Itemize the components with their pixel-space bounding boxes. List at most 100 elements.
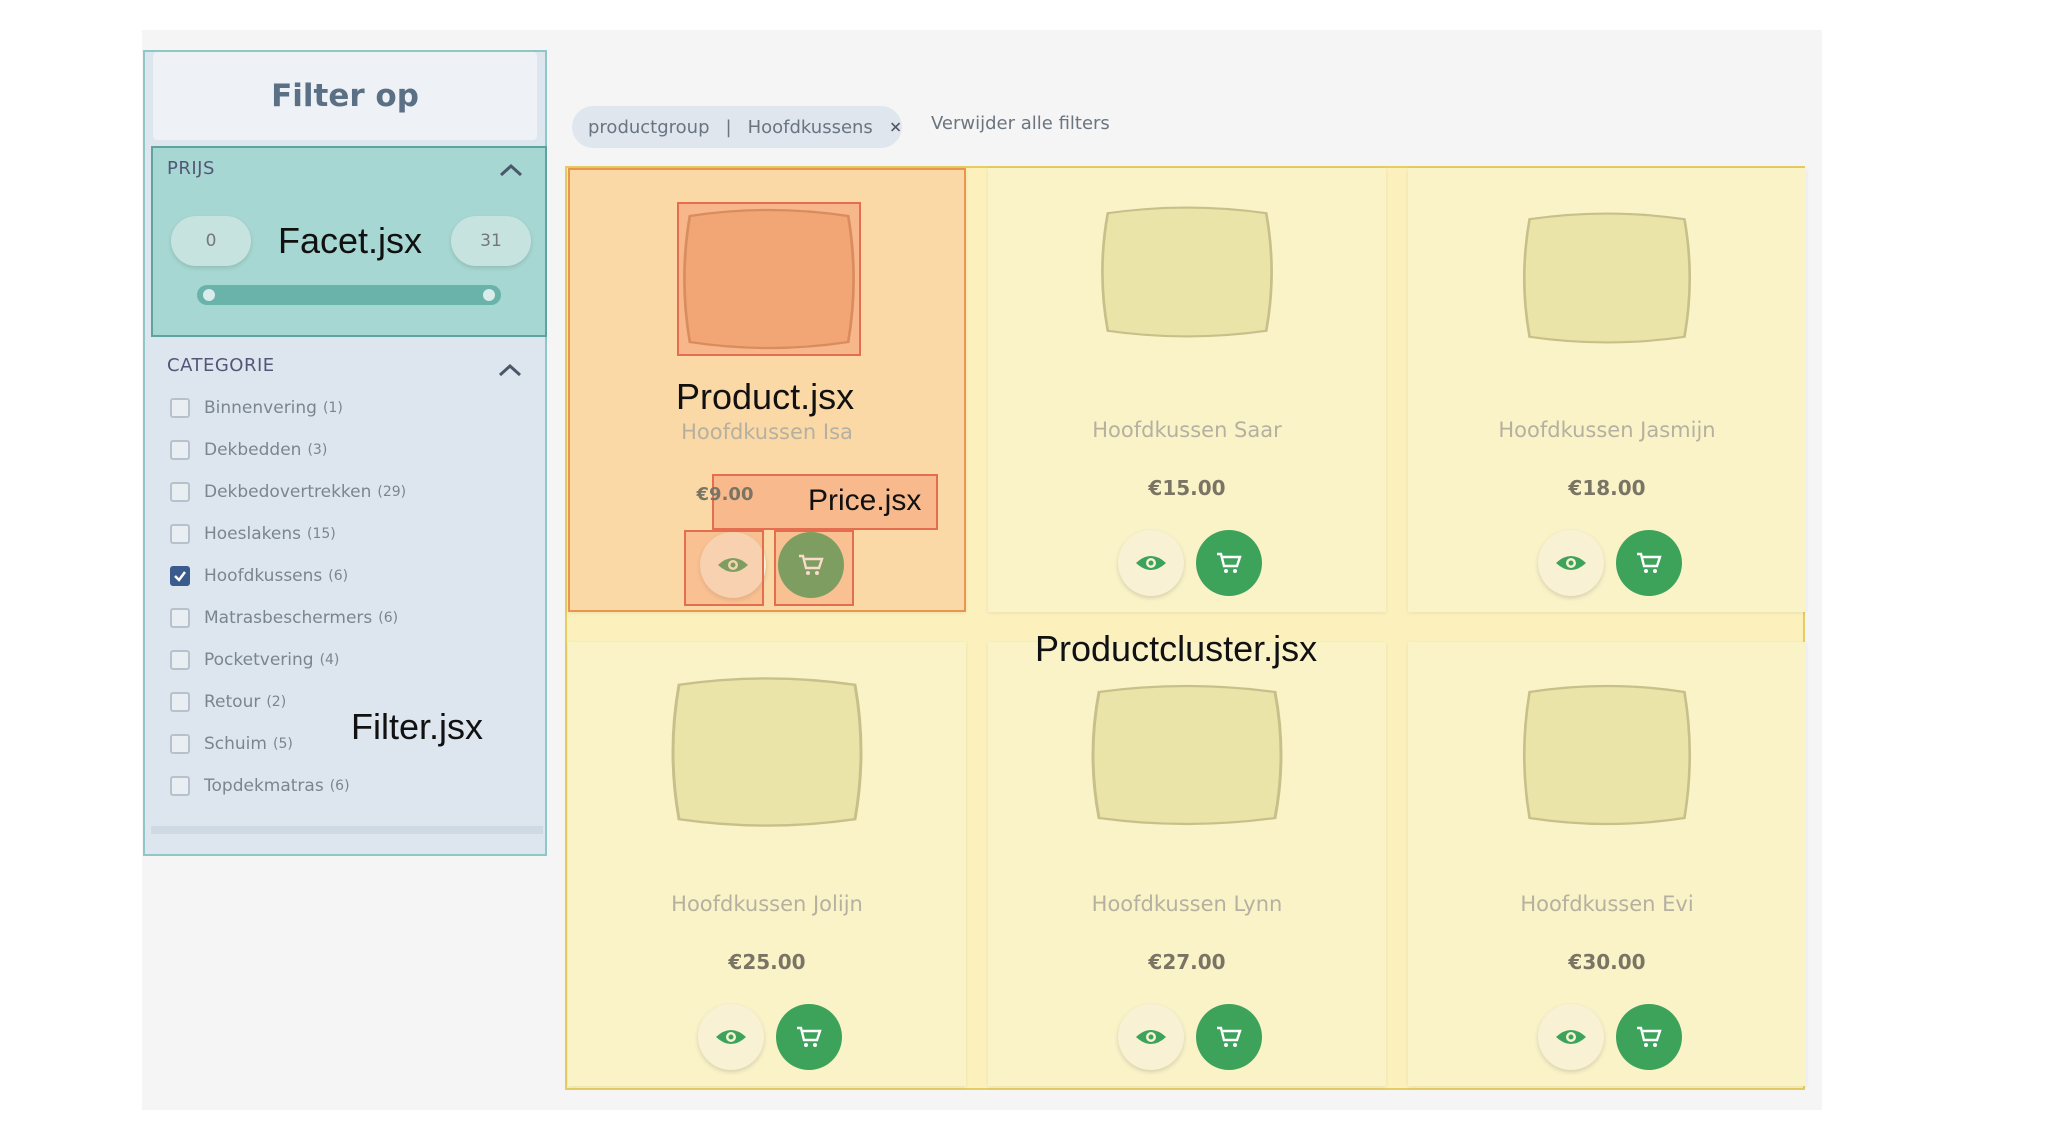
pillow-image: [1522, 684, 1692, 826]
checkbox[interactable]: [170, 440, 190, 460]
price-facet: PRIJS 0 Facet.jsx 31: [151, 146, 547, 337]
product-card[interactable]: Hoofdkussen Saar €15.00: [988, 168, 1386, 612]
category-item-label: Matrasbeschermers: [204, 608, 373, 628]
product-name[interactable]: Hoofdkussen Saar: [988, 418, 1386, 442]
add-to-cart-button[interactable]: [1196, 1004, 1262, 1070]
cart-icon: [1217, 1026, 1242, 1047]
close-icon[interactable]: [889, 117, 902, 137]
slider-min-handle[interactable]: [203, 289, 215, 301]
view-product-button[interactable]: [1118, 530, 1184, 596]
pillow-image: [1101, 206, 1273, 338]
product-image[interactable]: [1519, 208, 1695, 348]
checkbox[interactable]: [170, 692, 190, 712]
chevron-up-icon[interactable]: [497, 362, 523, 378]
pillow-image: [1091, 684, 1283, 826]
product-price: €15.00: [1148, 476, 1226, 500]
pillow-image: [671, 677, 863, 827]
product-name[interactable]: Hoofdkussen Isa: [570, 420, 964, 444]
product-image[interactable]: [1087, 680, 1287, 830]
category-item-label: Dekbedden: [204, 440, 302, 460]
active-filter-chip[interactable]: productgroup | Hoofdkussens: [572, 106, 902, 148]
clear-all-filters-link[interactable]: Verwijder alle filters: [931, 113, 1110, 134]
price-overlay-label: Price.jsx: [808, 484, 922, 517]
checkbox[interactable]: [170, 482, 190, 502]
category-item-label: Hoofdkussens: [204, 566, 323, 586]
checkbox-checked[interactable]: [170, 566, 190, 586]
pillow-image: [683, 208, 855, 350]
category-item[interactable]: Hoeslakens (15): [170, 519, 336, 549]
checkbox[interactable]: [170, 398, 190, 418]
category-item-label: Hoeslakens: [204, 524, 301, 544]
category-item[interactable]: Binnenvering (1): [170, 393, 343, 423]
add-to-cart-button[interactable]: [1196, 530, 1262, 596]
category-item-label: Dekbedovertrekken: [204, 482, 372, 502]
product-name[interactable]: Hoofdkussen Jasmijn: [1408, 418, 1806, 442]
category-item-count: (6): [378, 610, 399, 626]
product-card[interactable]: Hoofdkussen Isa Product.jsx €9.00 Price.jsx: [568, 168, 966, 612]
category-item-count: (15): [306, 526, 336, 542]
button-component-highlight: [774, 530, 854, 606]
checkbox[interactable]: [170, 734, 190, 754]
product-image[interactable]: [677, 202, 861, 356]
category-item[interactable]: Dekbedovertrekken (29): [170, 477, 406, 507]
product-price: €18.00: [1568, 476, 1646, 500]
add-to-cart-button[interactable]: [1616, 530, 1682, 596]
cart-icon: [797, 1026, 822, 1047]
price-max-input[interactable]: 31: [451, 216, 531, 266]
chip-separator: |: [725, 116, 732, 138]
checkbox[interactable]: [170, 776, 190, 796]
checkbox[interactable]: [170, 650, 190, 670]
category-item-label: Schuim: [204, 734, 267, 754]
product-card[interactable]: Hoofdkussen Jasmijn €18.00: [1408, 168, 1806, 612]
category-item[interactable]: Matrasbeschermers (6): [170, 603, 398, 633]
cart-icon: [1217, 552, 1242, 573]
category-item[interactable]: Dekbedden (3): [170, 435, 327, 465]
chip-value-label: Hoofdkussens: [747, 116, 873, 138]
checkbox[interactable]: [170, 608, 190, 628]
category-item[interactable]: Schuim (5): [170, 729, 293, 759]
category-item-label: Binnenvering: [204, 398, 317, 418]
category-item-label: Topdekmatras: [204, 776, 324, 796]
chevron-up-icon[interactable]: [498, 162, 524, 178]
cart-icon: [1637, 552, 1662, 573]
facet-overlay-label: Facet.jsx: [278, 220, 423, 261]
eye-icon: [1556, 556, 1586, 570]
product-card[interactable]: Hoofdkussen Evi €30.00: [1408, 642, 1806, 1086]
view-product-button[interactable]: [698, 1004, 764, 1070]
slider-max-handle[interactable]: [483, 289, 495, 301]
product-image[interactable]: [1519, 680, 1695, 830]
filter-title: Filter op: [153, 52, 537, 140]
category-item-count: (2): [266, 694, 287, 710]
product-image[interactable]: [1097, 202, 1277, 342]
product-name[interactable]: Hoofdkussen Evi: [1408, 892, 1806, 916]
price-range-slider[interactable]: [197, 285, 501, 305]
pillow-image: [1522, 212, 1692, 344]
category-item-count: (6): [329, 778, 350, 794]
product-name[interactable]: Hoofdkussen Lynn: [988, 892, 1386, 916]
checkbox[interactable]: [170, 524, 190, 544]
view-product-button[interactable]: [1118, 1004, 1184, 1070]
cluster-overlay-label: Productcluster.jsx: [1035, 628, 1318, 669]
category-item-count: (3): [307, 442, 328, 458]
view-product-button[interactable]: [1538, 1004, 1604, 1070]
eye-icon: [1556, 1030, 1586, 1044]
category-item[interactable]: Retour (2): [170, 687, 286, 717]
product-name[interactable]: Hoofdkussen Jolijn: [568, 892, 966, 916]
category-item[interactable]: Hoofdkussens (6): [170, 561, 348, 591]
price-min-input[interactable]: 0: [171, 216, 251, 266]
category-item[interactable]: Pocketvering (4): [170, 645, 339, 675]
product-card[interactable]: Hoofdkussen Lynn €27.00: [988, 642, 1386, 1086]
eye-icon: [716, 1030, 746, 1044]
product-image[interactable]: [667, 672, 867, 832]
add-to-cart-button[interactable]: [776, 1004, 842, 1070]
chip-group-label: productgroup: [588, 116, 710, 138]
eye-icon: [1136, 1030, 1166, 1044]
category-item-label: Retour: [204, 692, 261, 712]
cart-icon: [1637, 1026, 1662, 1047]
category-facet-label: CATEGORIE: [167, 355, 275, 376]
category-item[interactable]: Topdekmatras (6): [170, 771, 350, 801]
view-product-button[interactable]: [1538, 530, 1604, 596]
add-to-cart-button[interactable]: [1616, 1004, 1682, 1070]
product-card[interactable]: Hoofdkussen Jolijn €25.00: [568, 642, 966, 1086]
product-price: €27.00: [1148, 950, 1226, 974]
